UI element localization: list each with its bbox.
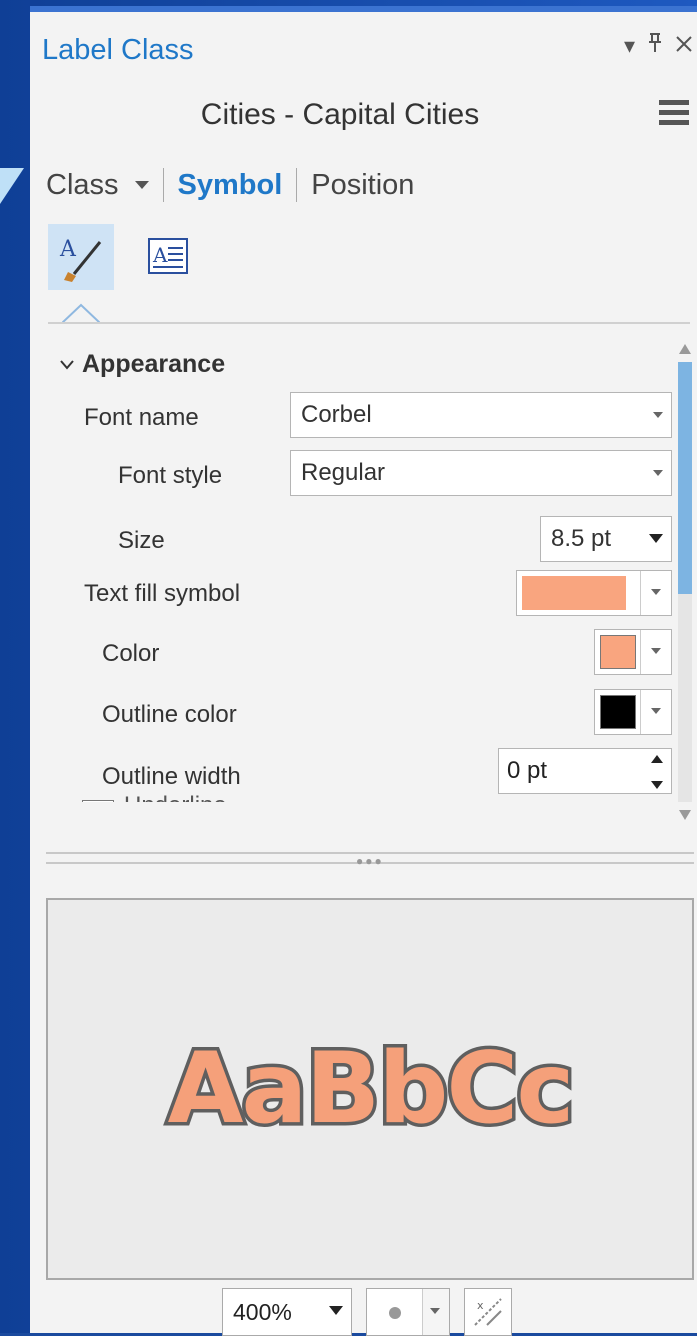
tab-position[interactable]: Position [311,169,414,202]
properties-scrollbar[interactable] [676,342,694,822]
outline-color-swatch [600,695,636,729]
outline-width-spinner[interactable]: 0 pt [498,748,672,794]
size-label: Size [118,527,165,554]
fill-swatch [522,576,626,610]
splitter-grip-icon: ●●● [356,854,384,868]
scale-toggle-button[interactable]: x [464,1288,512,1336]
outline-color-picker[interactable] [594,689,672,735]
symbol-subtabs: A A [48,224,202,290]
preview-sample-text: AaBbCc [164,1029,578,1150]
chevron-down-icon [329,1306,343,1315]
chevron-down-icon [60,359,74,370]
outline-width-label: Outline width [102,763,241,790]
pane-splitter[interactable]: ●●● [46,852,694,868]
underline-label: Underline [124,792,227,802]
pin-icon[interactable] [647,32,663,60]
color-label: Color [102,640,160,667]
pane-options-dropdown-icon[interactable]: ▾ [624,33,635,59]
scale-icon: x [474,1298,502,1326]
text-fill-symbol-picker[interactable] [516,570,672,616]
zoom-dropdown[interactable]: 400% [222,1288,352,1336]
chevron-down-icon [653,412,663,418]
tab-divider [296,168,298,202]
chevron-down-icon [649,534,663,543]
spin-arrows-icon[interactable] [651,755,663,789]
subtab-divider [48,322,690,324]
point-icon [389,1307,401,1319]
zoom-value: 400% [233,1298,292,1325]
subtab-formatting[interactable]: A [136,224,202,290]
label-class-pane: Label Class ▾ Cities - Capital Cities Cl… [30,6,697,1336]
underline-checkbox[interactable] [82,800,114,802]
pane-title-controls: ▾ [624,32,693,60]
text-fill-symbol-label: Text fill symbol [84,580,241,607]
scroll-up-icon[interactable] [679,344,691,354]
font-style-label: Font style [118,462,223,489]
tab-class[interactable]: Class [46,169,119,202]
chevron-down-icon [640,690,671,734]
label-class-name: Cities - Capital Cities [200,98,480,131]
chevron-down-icon[interactable] [134,181,149,189]
size-value: 8.5 pt [551,525,612,552]
size-dropdown[interactable]: 8.5 pt [540,516,672,562]
outline-color-label: Outline color [102,701,237,728]
subtab-text-symbol[interactable]: A [48,224,114,290]
appearance-properties: Appearance Font name Corbel Font style R… [30,332,678,802]
svg-text:x: x [477,1299,484,1312]
scroll-down-icon[interactable] [679,810,691,820]
text-brush-icon: A [59,237,102,282]
font-name-value: Corbel [301,401,372,428]
svg-text:A: A [59,237,77,262]
font-style-value: Regular [301,459,386,486]
font-style-dropdown[interactable]: Regular [290,450,672,496]
preview-toolbar: 400% x [222,1288,512,1336]
outline-width-value: 0 pt [507,757,548,784]
appearance-group-header[interactable]: Appearance [60,350,225,379]
chevron-down-icon [640,571,671,615]
font-name-label: Font name [84,404,199,431]
main-tabs: Class Symbol Position [46,168,414,202]
symbol-preview: AaBbCc [46,898,694,1280]
tab-symbol[interactable]: Symbol [178,169,283,202]
text-format-icon: A [148,238,188,274]
tab-divider [162,168,164,202]
svg-text:A: A [152,243,168,267]
close-icon[interactable] [675,33,693,59]
chevron-down-icon [640,630,671,674]
pane-title: Label Class [42,34,194,66]
color-picker[interactable] [594,629,672,675]
subtab-pointer [62,303,100,323]
color-swatch [600,635,636,669]
chevron-down-icon [422,1289,449,1335]
chevron-down-icon [653,470,663,476]
font-name-dropdown[interactable]: Corbel [290,392,672,438]
preview-geometry-dropdown[interactable] [366,1288,450,1336]
menu-icon[interactable] [659,100,689,130]
appearance-header-label: Appearance [82,350,226,378]
scroll-thumb[interactable] [678,362,692,594]
